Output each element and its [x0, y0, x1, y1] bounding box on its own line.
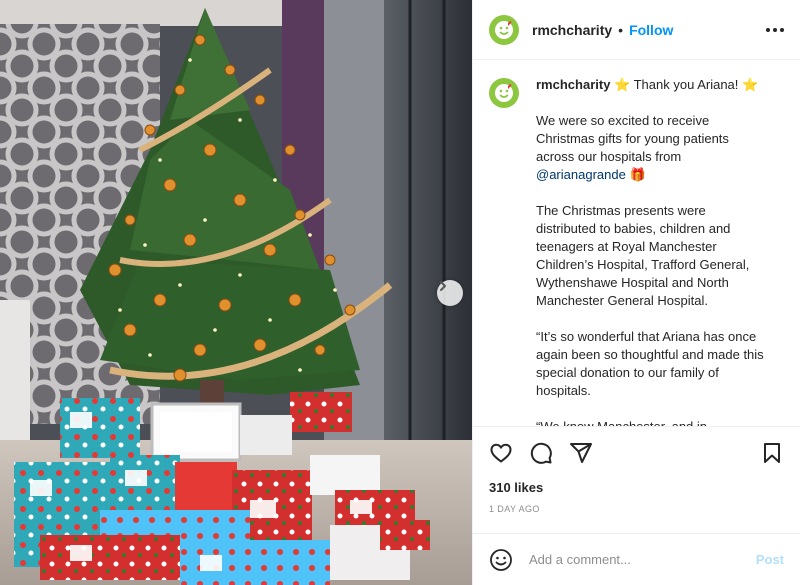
caption-avatar[interactable] — [489, 78, 519, 108]
separator-dot: • — [618, 21, 624, 38]
post-header: rmchcharity • Follow — [473, 0, 800, 60]
comment-input[interactable] — [527, 551, 756, 568]
comment-bar: Post — [473, 533, 800, 585]
caption-paragraph-1-text: We were so excited to receive Christmas … — [536, 113, 729, 164]
christmas-tree-photo — [0, 0, 472, 585]
caption-paragraph-1: We were so excited to receive Christmas … — [536, 112, 766, 184]
caption-text: rmchcharity ⭐ Thank you Ariana! ⭐ We wer… — [536, 76, 766, 426]
post-image[interactable] — [0, 0, 472, 585]
caption-area: rmchcharity ⭐ Thank you Ariana! ⭐ We wer… — [473, 60, 800, 426]
post-side-panel: rmchcharity • Follow rmchcharity ⭐ Thank… — [472, 0, 800, 585]
comment-icon[interactable] — [529, 441, 553, 465]
caption-paragraph-4: “We know Manchester, and in — [536, 418, 766, 426]
avatar[interactable] — [489, 14, 519, 45]
caption-thank-you: ⭐ Thank you Ariana! ⭐ — [614, 77, 759, 92]
instagram-post: rmchcharity • Follow rmchcharity ⭐ Thank… — [0, 0, 800, 585]
more-options-icon[interactable] — [766, 27, 784, 32]
gift-emoji-icon: 🎁 — [629, 167, 646, 182]
mention-link[interactable]: @arianagrande — [536, 167, 626, 182]
chevron-right-icon — [440, 281, 446, 291]
emoji-icon[interactable] — [489, 548, 513, 572]
follow-button[interactable]: Follow — [629, 22, 673, 38]
likes-count[interactable]: 310 likes — [473, 478, 800, 498]
smiley-heart-logo-icon — [495, 20, 513, 39]
caption-paragraph-2: The Christmas presents were distributed … — [536, 203, 750, 308]
header-username[interactable]: rmchcharity — [532, 22, 612, 38]
post-timestamp[interactable]: 1 DAY AGO — [473, 504, 800, 518]
caption-first-line: rmchcharity ⭐ Thank you Ariana! ⭐ — [536, 76, 766, 94]
action-bar — [473, 426, 800, 478]
caption-paragraph-3: “It’s so wonderful that Ariana has once … — [536, 329, 764, 398]
share-icon[interactable] — [569, 441, 593, 465]
caption-username[interactable]: rmchcharity — [536, 77, 610, 92]
smiley-heart-logo-icon — [495, 84, 513, 102]
post-comment-button[interactable]: Post — [756, 552, 784, 567]
next-image-button[interactable] — [437, 280, 463, 306]
heart-icon[interactable] — [489, 441, 513, 465]
bookmark-icon[interactable] — [760, 441, 784, 465]
